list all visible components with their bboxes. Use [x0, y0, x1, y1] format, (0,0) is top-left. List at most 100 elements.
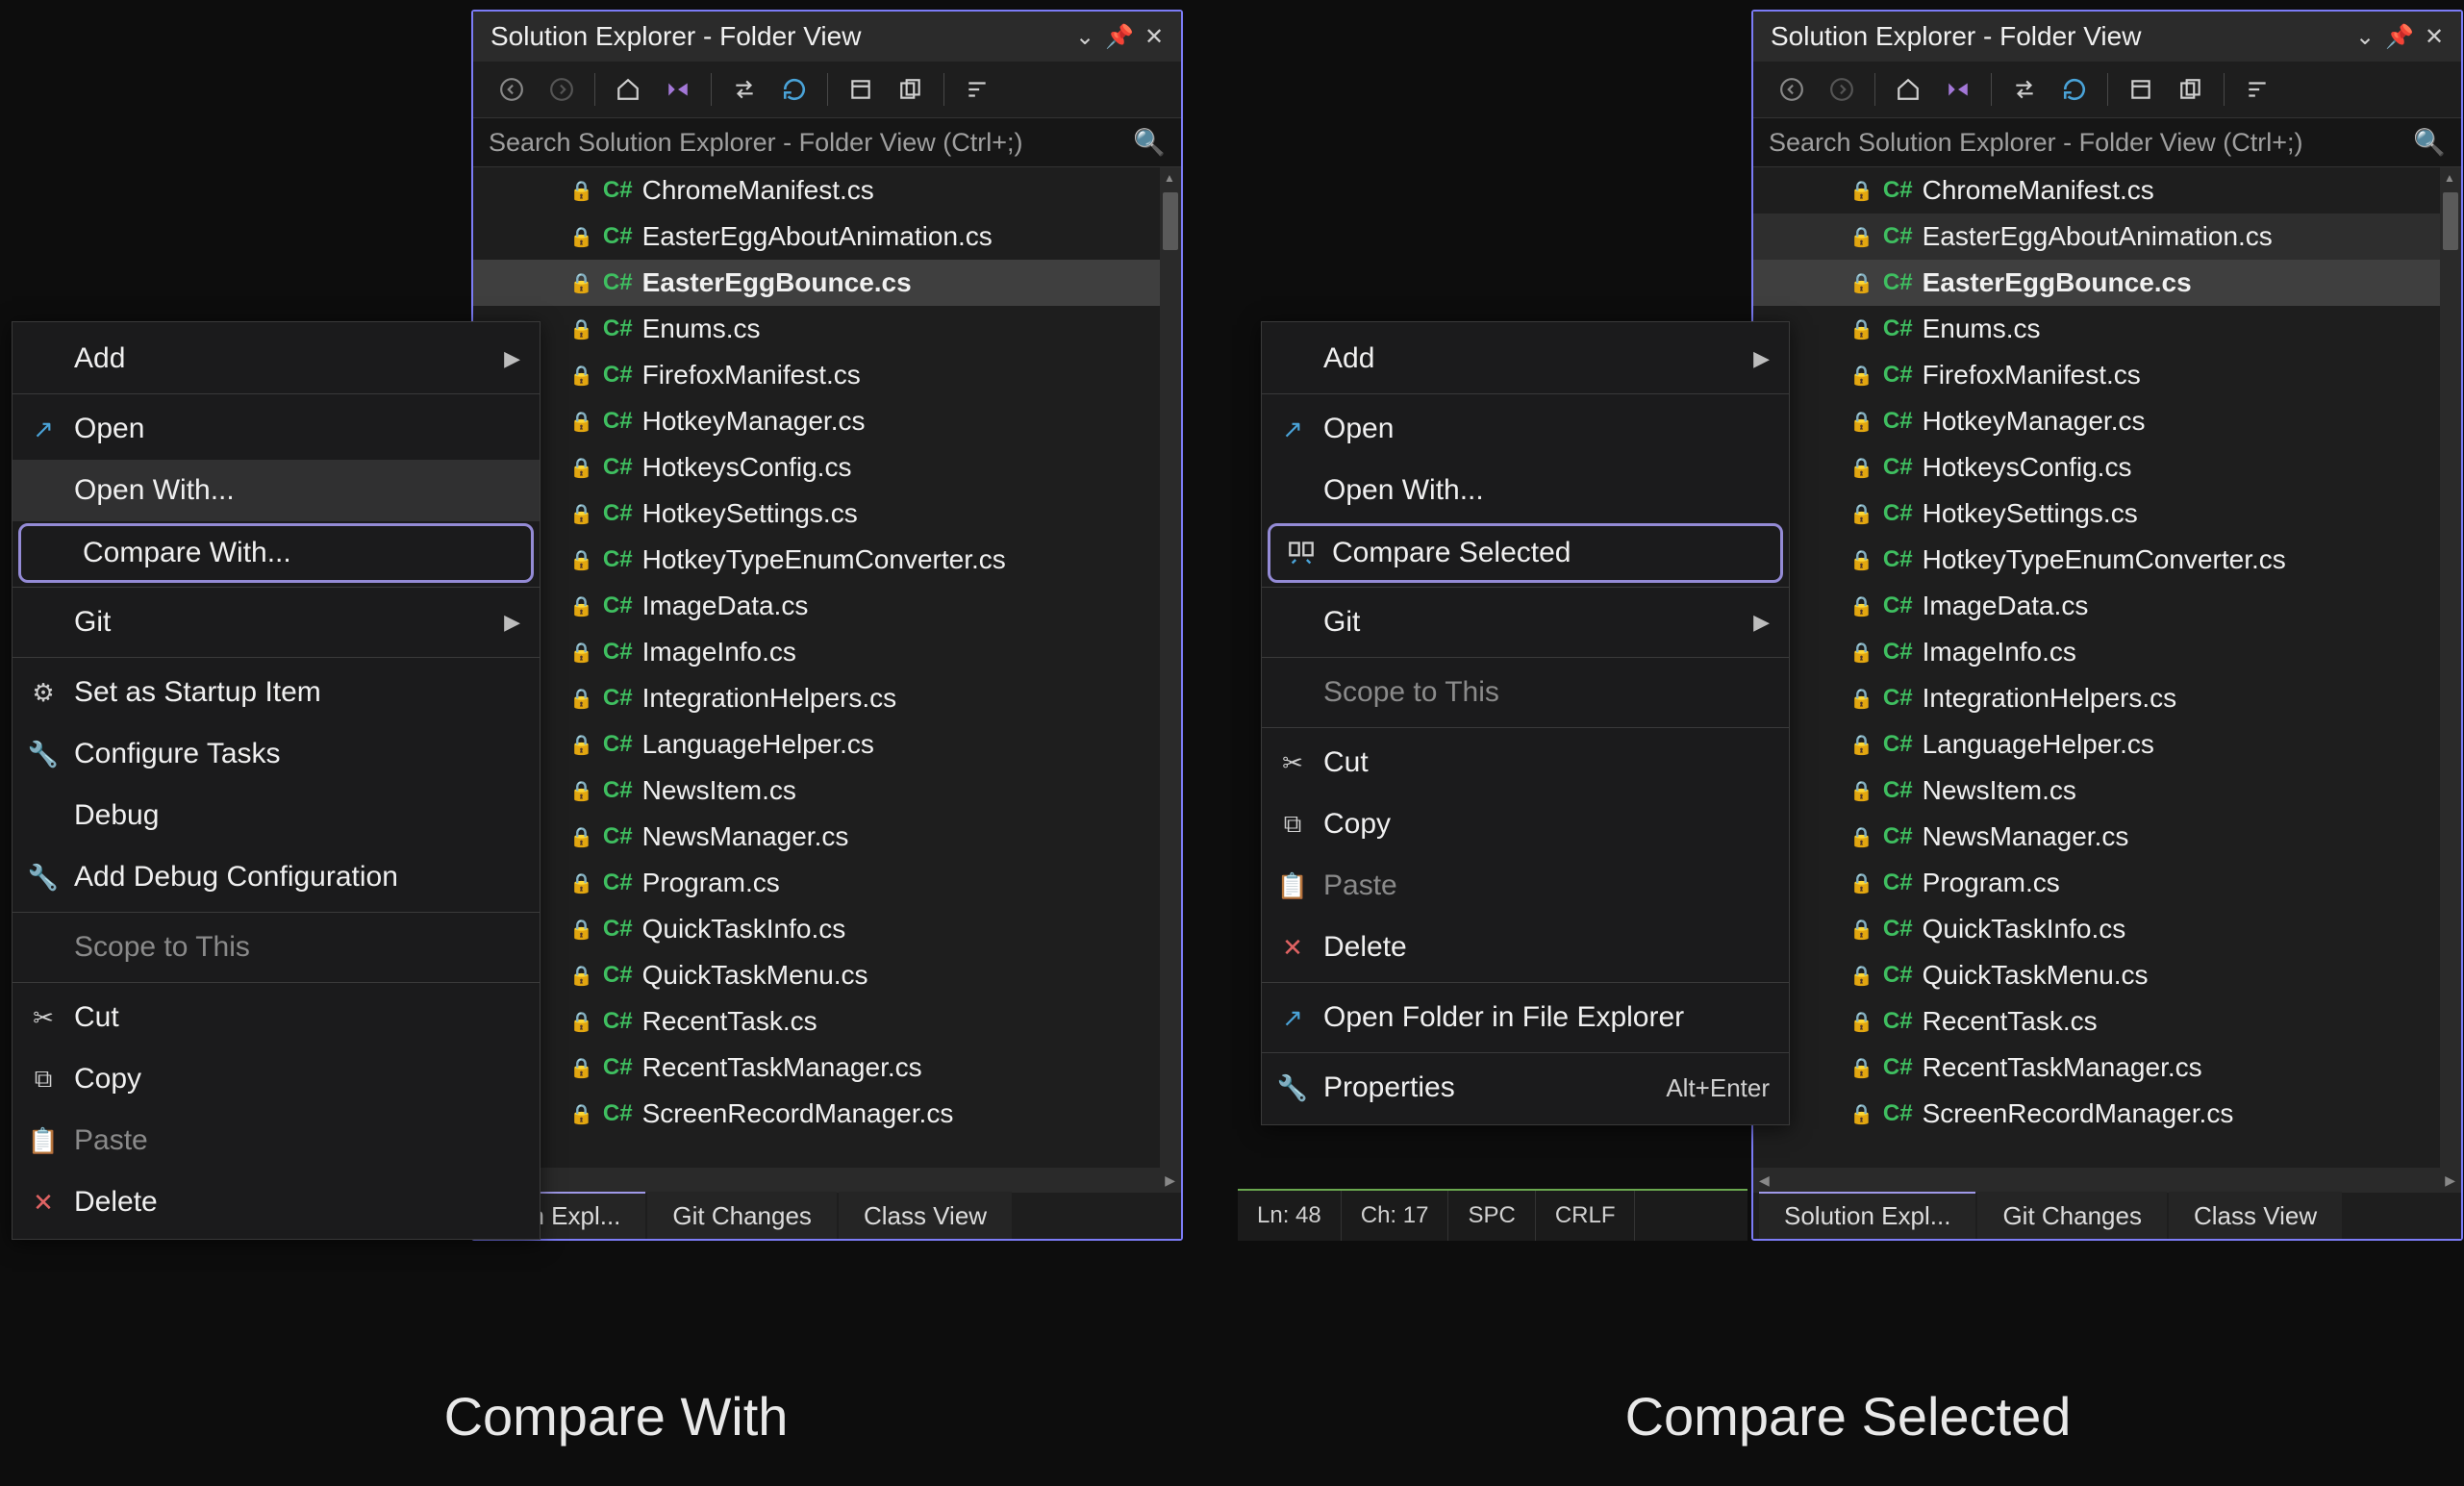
file-row[interactable]: 🔒C#IntegrationHelpers.cs	[473, 675, 1181, 721]
file-row[interactable]: 🔒C#LanguageHelper.cs	[473, 721, 1181, 768]
file-row[interactable]: 🔒C#RecentTask.cs	[1753, 998, 2461, 1045]
show-all-icon[interactable]	[890, 68, 932, 111]
file-row[interactable]: 🔒C#NewsManager.cs	[1753, 814, 2461, 860]
pin-icon[interactable]: 📌	[2382, 23, 2417, 51]
chevron-down-icon[interactable]: ⌄	[2348, 23, 2382, 51]
file-row[interactable]: 🔒C#HotkeyManager.cs	[473, 398, 1181, 444]
menu-item-open-with[interactable]: Open With...	[13, 460, 540, 521]
search-bar[interactable]: Search Solution Explorer - Folder View (…	[473, 117, 1181, 167]
file-row[interactable]: 🔒C#HotkeyTypeEnumConverter.cs	[1753, 537, 2461, 583]
menu-item-startup[interactable]: ⚙ Set as Startup Item	[13, 662, 540, 723]
vs-icon[interactable]	[1937, 68, 1979, 111]
file-row[interactable]: 🔒C#NewsItem.cs	[473, 768, 1181, 814]
menu-item-cut[interactable]: ✂ Cut	[1262, 732, 1789, 793]
show-all-icon[interactable]	[2170, 68, 2212, 111]
menu-item-open[interactable]: ↗ Open	[1262, 398, 1789, 460]
file-row[interactable]: 🔒C#RecentTaskManager.cs	[1753, 1045, 2461, 1091]
file-row[interactable]: 🔒C#Program.cs	[473, 860, 1181, 906]
file-row[interactable]: 🔒C#ImageInfo.cs	[473, 629, 1181, 675]
vertical-scrollbar[interactable]	[2440, 167, 2461, 1168]
menu-item-open[interactable]: ↗ Open	[13, 398, 540, 460]
chevron-down-icon[interactable]: ⌄	[1068, 23, 1102, 51]
switch-views-icon[interactable]	[723, 68, 766, 111]
file-row[interactable]: 🔒C#FirefoxManifest.cs	[1753, 352, 2461, 398]
menu-item-add-debug[interactable]: 🔧 Add Debug Configuration	[13, 846, 540, 908]
file-row[interactable]: 🔒C#EasterEggBounce.cs	[473, 260, 1181, 306]
home-icon[interactable]	[607, 68, 649, 111]
file-row[interactable]: 🔒C#ImageInfo.cs	[1753, 629, 2461, 675]
tab-solution-explorer[interactable]: Solution Expl...	[1759, 1192, 1975, 1239]
file-list[interactable]: 🔒C#ChromeManifest.cs🔒C#EasterEggAboutAni…	[473, 167, 1181, 1168]
menu-item-open-with[interactable]: Open With...	[1262, 460, 1789, 521]
file-row[interactable]: 🔒C#QuickTaskInfo.cs	[473, 906, 1181, 952]
file-row[interactable]: 🔒C#HotkeyManager.cs	[1753, 398, 2461, 444]
file-row[interactable]: 🔒C#HotkeyTypeEnumConverter.cs	[473, 537, 1181, 583]
menu-item-delete[interactable]: ✕ Delete	[13, 1171, 540, 1233]
file-row[interactable]: 🔒C#EasterEggAboutAnimation.cs	[1753, 214, 2461, 260]
pin-icon[interactable]: 📌	[1102, 23, 1137, 51]
close-icon[interactable]: ✕	[2417, 23, 2451, 51]
file-row[interactable]: 🔒C#ImageData.cs	[1753, 583, 2461, 629]
file-row[interactable]: 🔒C#IntegrationHelpers.cs	[1753, 675, 2461, 721]
switch-views-icon[interactable]	[2003, 68, 2046, 111]
search-icon[interactable]: 🔍	[1133, 127, 1166, 158]
file-list[interactable]: 🔒C#ChromeManifest.cs🔒C#EasterEggAboutAni…	[1753, 167, 2461, 1168]
back-button[interactable]	[490, 68, 533, 111]
file-row[interactable]: 🔒C#ScreenRecordManager.cs	[1753, 1091, 2461, 1137]
vertical-scrollbar[interactable]	[1160, 167, 1181, 1168]
file-row[interactable]: 🔒C#ChromeManifest.cs	[1753, 167, 2461, 214]
file-row[interactable]: 🔒C#NewsManager.cs	[473, 814, 1181, 860]
collapse-icon[interactable]	[840, 68, 882, 111]
collapse-icon[interactable]	[2120, 68, 2162, 111]
file-row[interactable]: 🔒C#QuickTaskMenu.cs	[1753, 952, 2461, 998]
menu-item-open-folder[interactable]: ↗ Open Folder in File Explorer	[1262, 987, 1789, 1048]
file-row[interactable]: 🔒C#Enums.cs	[1753, 306, 2461, 352]
refresh-icon[interactable]	[773, 68, 816, 111]
file-row[interactable]: 🔒C#RecentTask.cs	[473, 998, 1181, 1045]
menu-item-copy[interactable]: ⧉ Copy	[1262, 793, 1789, 855]
refresh-icon[interactable]	[2053, 68, 2096, 111]
menu-item-copy[interactable]: ⧉ Copy	[13, 1048, 540, 1110]
file-row[interactable]: 🔒C#FirefoxManifest.cs	[473, 352, 1181, 398]
search-icon[interactable]: 🔍	[2413, 127, 2446, 158]
menu-item-compare-selected[interactable]: Compare Selected	[1268, 523, 1783, 583]
tab-git-changes[interactable]: Git Changes	[1977, 1192, 2167, 1239]
menu-item-debug[interactable]: Debug	[13, 785, 540, 846]
home-icon[interactable]	[1887, 68, 1929, 111]
forward-button[interactable]	[1821, 68, 1863, 111]
file-row[interactable]: 🔒C#HotkeySettings.cs	[1753, 491, 2461, 537]
menu-item-add[interactable]: Add ▶	[1262, 328, 1789, 390]
horizontal-scrollbar[interactable]: ◀▶	[473, 1168, 1181, 1193]
tab-git-changes[interactable]: Git Changes	[647, 1192, 837, 1239]
menu-item-cut[interactable]: ✂ Cut	[13, 987, 540, 1048]
file-row[interactable]: 🔒C#HotkeysConfig.cs	[473, 444, 1181, 491]
properties-icon[interactable]	[956, 68, 998, 111]
forward-button[interactable]	[541, 68, 583, 111]
vs-icon[interactable]	[657, 68, 699, 111]
horizontal-scrollbar[interactable]: ◀▶	[1753, 1168, 2461, 1193]
menu-item-delete[interactable]: ✕ Delete	[1262, 917, 1789, 978]
menu-item-git[interactable]: Git ▶	[1262, 592, 1789, 653]
tab-class-view[interactable]: Class View	[2169, 1192, 2342, 1239]
file-row[interactable]: 🔒C#NewsItem.cs	[1753, 768, 2461, 814]
properties-icon[interactable]	[2236, 68, 2278, 111]
search-bar[interactable]: Search Solution Explorer - Folder View (…	[1753, 117, 2461, 167]
menu-item-git[interactable]: Git ▶	[13, 592, 540, 653]
tab-class-view[interactable]: Class View	[839, 1192, 1012, 1239]
close-icon[interactable]: ✕	[1137, 23, 1171, 51]
file-row[interactable]: 🔒C#RecentTaskManager.cs	[473, 1045, 1181, 1091]
file-row[interactable]: 🔒C#ChromeManifest.cs	[473, 167, 1181, 214]
file-row[interactable]: 🔒C#EasterEggBounce.cs	[1753, 260, 2461, 306]
file-row[interactable]: 🔒C#Program.cs	[1753, 860, 2461, 906]
file-row[interactable]: 🔒C#HotkeysConfig.cs	[1753, 444, 2461, 491]
file-row[interactable]: 🔒C#HotkeySettings.cs	[473, 491, 1181, 537]
back-button[interactable]	[1771, 68, 1813, 111]
file-row[interactable]: 🔒C#ImageData.cs	[473, 583, 1181, 629]
file-row[interactable]: 🔒C#QuickTaskInfo.cs	[1753, 906, 2461, 952]
menu-item-configure-tasks[interactable]: 🔧 Configure Tasks	[13, 723, 540, 785]
menu-item-properties[interactable]: 🔧 Properties Alt+Enter	[1262, 1057, 1789, 1119]
menu-item-add[interactable]: Add ▶	[13, 328, 540, 390]
file-row[interactable]: 🔒C#QuickTaskMenu.cs	[473, 952, 1181, 998]
file-row[interactable]: 🔒C#Enums.cs	[473, 306, 1181, 352]
file-row[interactable]: 🔒C#ScreenRecordManager.cs	[473, 1091, 1181, 1137]
